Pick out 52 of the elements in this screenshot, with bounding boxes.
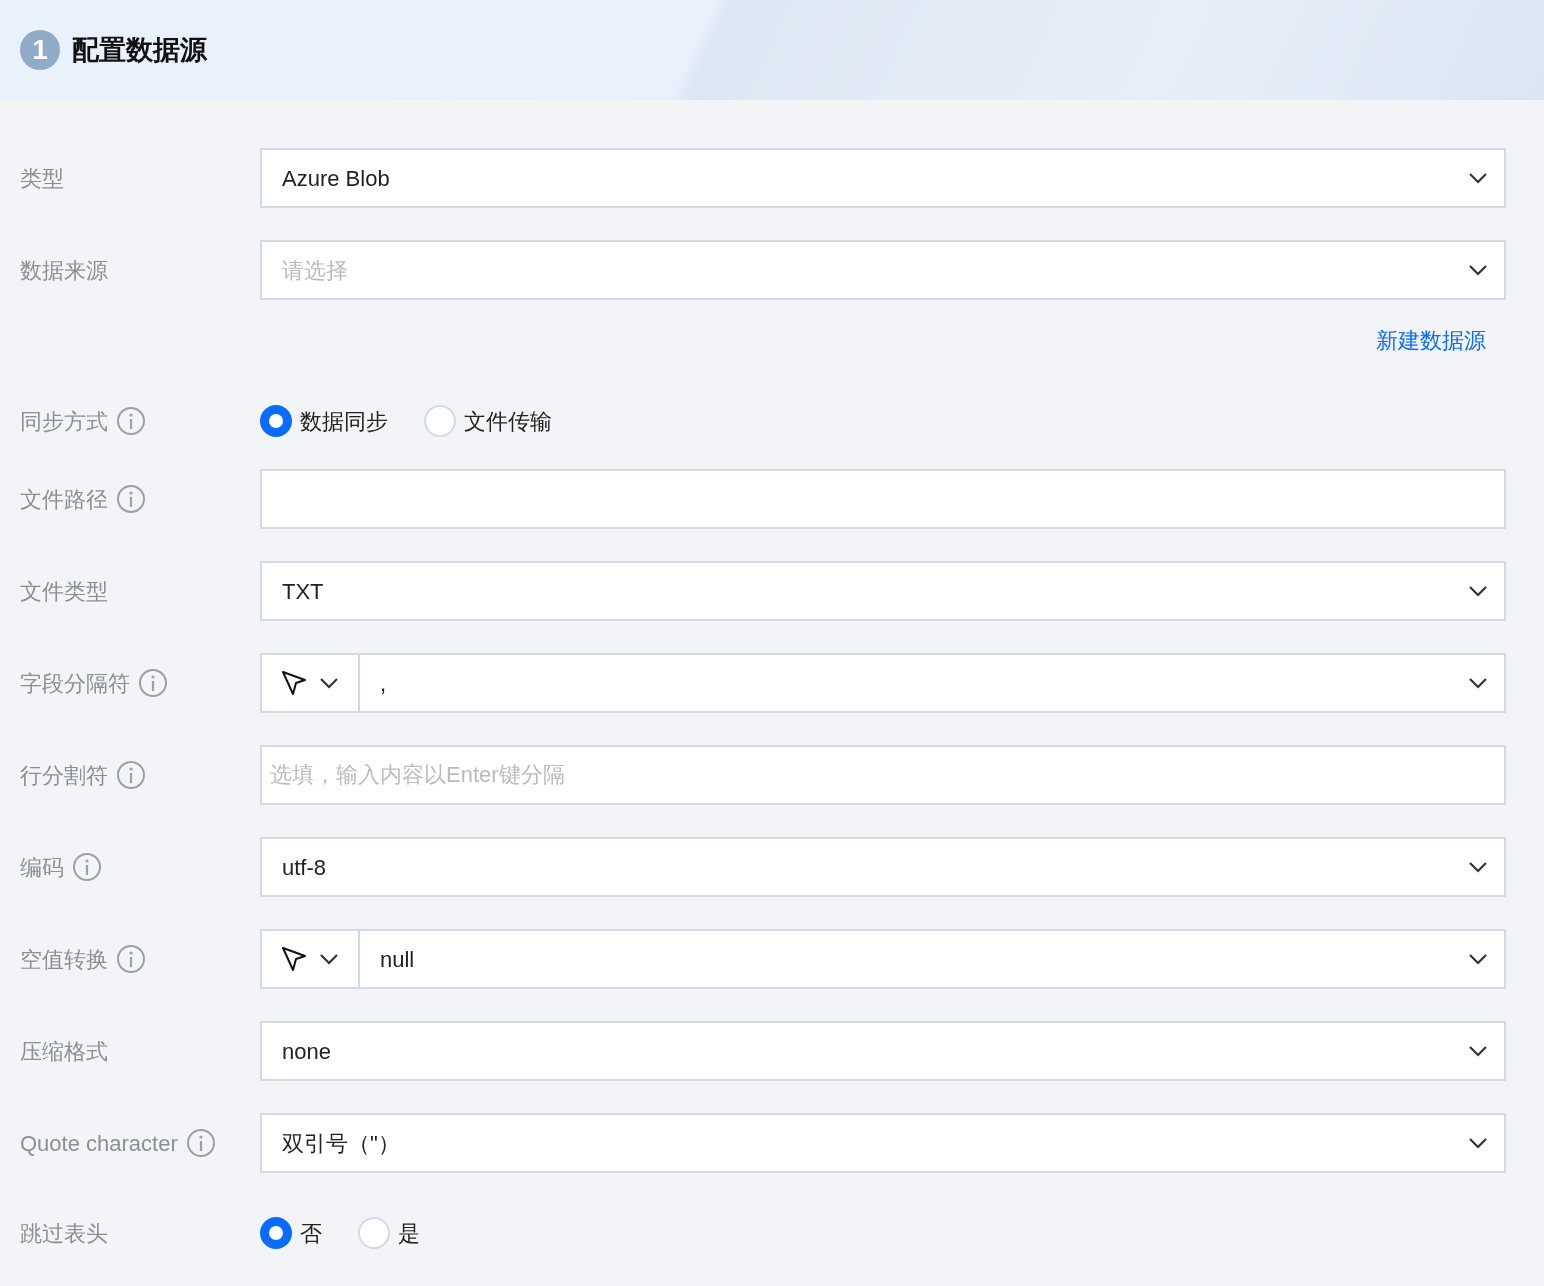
info-icon[interactable] (116, 944, 146, 974)
info-icon[interactable] (116, 406, 146, 436)
select-field[interactable]: Azure Blob (260, 148, 1506, 208)
info-icon[interactable] (116, 760, 146, 790)
chevron-down-icon (1468, 172, 1488, 184)
chevron-down-icon (319, 953, 339, 965)
cursor-arrow-icon (281, 946, 307, 972)
field-label: 数据来源 (20, 256, 108, 285)
radio-option[interactable]: 否 (260, 1216, 322, 1250)
chevron-down-icon (1468, 861, 1488, 873)
chevron-down-icon (1468, 1137, 1488, 1149)
field-label: 字段分隔符 (20, 669, 130, 698)
field-label: 行分割符 (20, 761, 108, 790)
radio-option[interactable]: 数据同步 (260, 404, 388, 438)
chevron-down-icon (1468, 264, 1488, 276)
select-field[interactable]: utf-8 (260, 837, 1506, 897)
field-label: Quote character (20, 1129, 178, 1158)
chevron-down-icon (1468, 1045, 1488, 1057)
create-datasource-link[interactable]: 新建数据源 (1376, 324, 1486, 357)
field-label: 跳过表头 (20, 1219, 108, 1248)
field-label: 文件类型 (20, 577, 108, 606)
mode-select[interactable] (260, 653, 360, 713)
select-field[interactable]: TXT (260, 561, 1506, 621)
chevron-down-icon (1468, 677, 1488, 689)
input-field[interactable]: 选填，输入内容以Enter键分隔 (260, 745, 1506, 805)
field-label: 编码 (20, 853, 64, 882)
radio-icon (424, 405, 456, 437)
info-icon[interactable] (185, 1128, 216, 1158)
step-number: 1 (20, 30, 60, 70)
cursor-arrow-icon (281, 670, 307, 696)
radio-icon (260, 1217, 292, 1249)
radio-icon (358, 1217, 390, 1249)
chevron-down-icon (319, 677, 339, 689)
select-field[interactable]: none (260, 1021, 1506, 1081)
select-field[interactable]: null (360, 929, 1506, 989)
mode-select[interactable] (260, 929, 360, 989)
chevron-down-icon (1468, 953, 1488, 965)
field-label: 文件路径 (20, 485, 108, 514)
chevron-down-icon (1468, 585, 1488, 597)
radio-option[interactable]: 是 (358, 1216, 420, 1250)
field-label: 同步方式 (20, 407, 108, 436)
info-icon[interactable] (116, 484, 146, 514)
select-field[interactable]: , (360, 653, 1506, 713)
field-label: 空值转换 (20, 945, 108, 974)
section-title: 配置数据源 (72, 33, 207, 67)
field-label: 类型 (20, 164, 64, 193)
field-label: 压缩格式 (20, 1037, 108, 1066)
info-icon[interactable] (138, 668, 168, 698)
select-field[interactable]: 双引号（"） (260, 1113, 1506, 1173)
radio-icon (260, 405, 292, 437)
info-icon[interactable] (72, 852, 102, 882)
radio-option[interactable]: 文件传输 (424, 404, 552, 438)
